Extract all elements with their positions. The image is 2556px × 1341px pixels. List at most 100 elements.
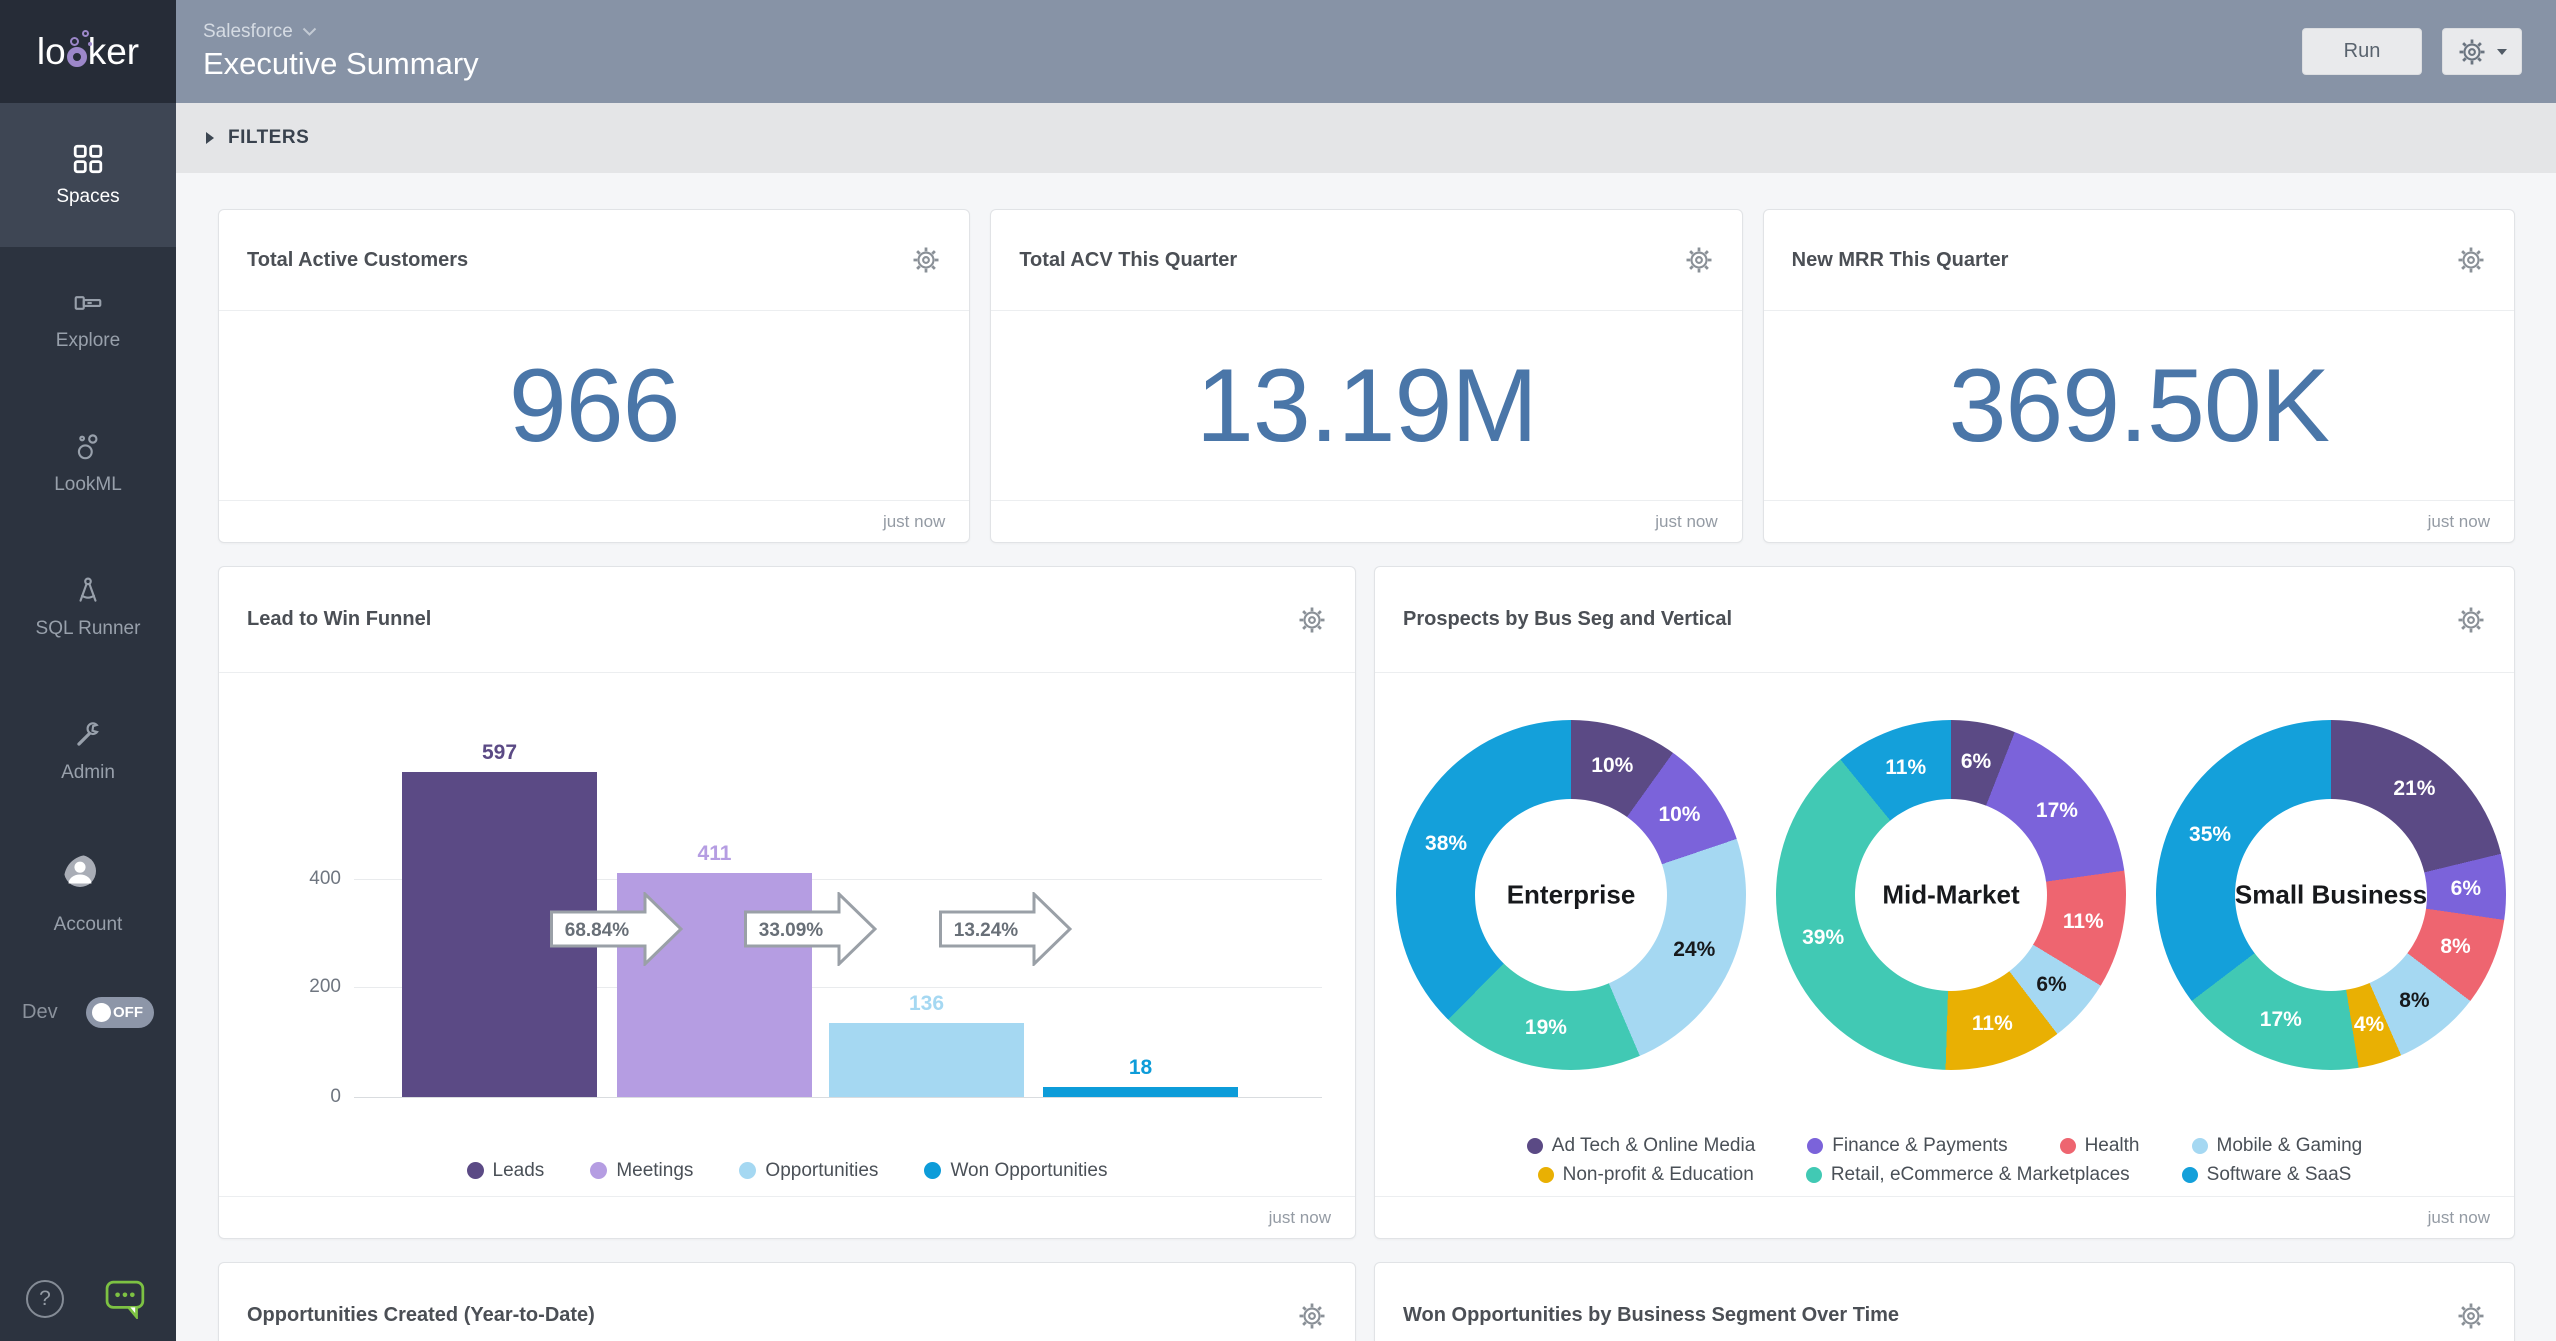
conversion-label: 13.24% [954,920,1019,941]
filters-bar[interactable]: FILTERS [176,103,2556,173]
prospects-legend-item[interactable]: Software & SaaS [2182,1164,2352,1186]
legend-label: Meetings [616,1160,693,1182]
legend-label: Opportunities [765,1160,878,1182]
gear-icon[interactable] [1297,1301,1327,1331]
legend-dot [2182,1167,2198,1183]
bar-value-label: 136 [909,992,944,1016]
funnel-panel: Lead to Win Funnel 400 200 0 597 411 [218,566,1356,1239]
kpi-new-mrr: New MRR This Quarter 369.50K just now [1763,209,2515,543]
donut-mid-market: Mid-Market 6%17%11%6%11%39%11% [1776,720,2126,1070]
breadcrumb-label: Salesforce [203,21,293,43]
gear-icon[interactable] [2456,605,2486,635]
gear-icon[interactable] [1297,605,1327,635]
kpi-value: 13.19M [1196,347,1537,466]
dev-toggle[interactable]: OFF [86,997,154,1028]
legend-dot [2060,1138,2076,1154]
sidebar: loker Spaces Explore LookML SQL Runner A… [0,0,176,1341]
sidebar-item-sql-runner[interactable]: SQL Runner [0,535,176,679]
avatar [64,855,112,903]
updated-timestamp: just now [1655,512,1717,532]
kpi-title: New MRR This Quarter [1792,249,2009,272]
prospects-legend-item[interactable]: Mobile & Gaming [2192,1135,2363,1157]
sidebar-item-account[interactable]: Account [0,823,176,967]
sidebar-item-label: Account [54,914,123,936]
bar-value-label: 18 [1129,1056,1152,1080]
legend-dot [924,1162,941,1179]
gear-icon[interactable] [911,245,941,275]
conversion-label: 33.09% [759,920,824,941]
funnel-column-opportunities: 136 [829,992,1024,1097]
spaces-grid-icon [72,143,104,175]
logo-text-left: lo [37,31,66,73]
bar-opportunities[interactable] [829,1023,1024,1097]
axis-baseline [354,1097,1322,1098]
kpi-total-acv: Total ACV This Quarter 13.19M just now [990,209,1742,543]
looker-logo[interactable]: loker [0,0,176,103]
prospects-legend-item[interactable]: Health [2060,1135,2140,1157]
donut-center-label: Small Business [2235,880,2427,911]
panel-title: Lead to Win Funnel [247,608,431,631]
funnel-legend-item[interactable]: Won Opportunities [924,1160,1107,1182]
sidebar-item-spaces[interactable]: Spaces [0,103,176,247]
won-opportunities-panel: Won Opportunities by Business Segment Ov… [1374,1262,2515,1341]
panel-title: Prospects by Bus Seg and Vertical [1403,608,1732,631]
bar-value-label: 411 [698,842,732,866]
prospects-legend-item[interactable]: Retail, eCommerce & Marketplaces [1806,1164,2130,1186]
donut-center-label: Mid-Market [1882,880,2019,911]
breadcrumb[interactable]: Salesforce [203,21,479,43]
prospects-legend-item[interactable]: Non-profit & Education [1538,1164,1754,1186]
conversion-arrow: 68.84% [550,892,683,966]
flashlight-icon [72,287,104,319]
sidebar-item-label: SQL Runner [36,618,141,640]
dashboard-content: Total Active Customers 966 just now Tota… [176,173,2556,1341]
funnel-legend-item[interactable]: Leads [467,1160,545,1182]
gear-icon [2457,37,2487,67]
legend-label: Non-profit & Education [1563,1164,1754,1186]
toggle-state: OFF [113,1004,143,1021]
sidebar-item-admin[interactable]: Admin [0,679,176,823]
sidebar-item-explore[interactable]: Explore [0,247,176,391]
wrench-icon [72,719,104,751]
funnel-legend-item[interactable]: Meetings [590,1160,693,1182]
prospects-legend: Ad Tech & Online Media Finance & Payment… [1375,1135,2514,1186]
topbar: Salesforce Executive Summary Run [176,0,2556,103]
opportunities-created-panel: Opportunities Created (Year-to-Date) [218,1262,1356,1341]
updated-timestamp: just now [1269,1208,1331,1228]
legend-dot [2192,1138,2208,1154]
legend-dot [739,1162,756,1179]
prospects-legend-item[interactable]: Finance & Payments [1807,1135,2007,1157]
panel-title: Opportunities Created (Year-to-Date) [247,1304,595,1327]
run-button[interactable]: Run [2302,28,2422,75]
funnel-chart: 400 200 0 597 411 136 18 [219,673,1355,1140]
donut-enterprise: Enterprise 10%10%24%19%38% [1396,720,1746,1070]
legend-dot [467,1162,484,1179]
gear-icon[interactable] [2456,245,2486,275]
sidebar-item-label: Explore [56,330,120,352]
expand-triangle-icon [205,131,215,145]
legend-label: Mobile & Gaming [2217,1135,2363,1157]
dev-mode-row: Dev OFF [0,997,176,1028]
gear-icon[interactable] [2456,1301,2486,1331]
chat-icon[interactable] [104,1279,148,1319]
gear-icon[interactable] [1684,245,1714,275]
bar-won-opportunities[interactable] [1043,1087,1238,1097]
kpi-value: 966 [509,347,680,466]
conversion-label: 68.84% [565,920,630,941]
conversion-arrow: 33.09% [744,892,877,966]
y-axis-tick: 200 [219,976,341,998]
funnel-legend-item[interactable]: Opportunities [739,1160,878,1182]
y-axis-tick: 0 [219,1086,341,1108]
kpi-title: Total ACV This Quarter [1019,249,1237,272]
kpi-value: 369.50K [1949,347,2329,466]
legend-dot [1527,1138,1543,1154]
updated-timestamp: just now [883,512,945,532]
prospects-legend-item[interactable]: Ad Tech & Online Media [1527,1135,1756,1157]
panel-title: Won Opportunities by Business Segment Ov… [1403,1304,1899,1327]
help-icon[interactable]: ? [26,1280,64,1318]
legend-label: Leads [493,1160,545,1182]
kpi-title: Total Active Customers [247,249,468,272]
donut-small-business: Small Business 21%6%8%8%4%17%35% [2156,720,2506,1070]
bar-value-label: 597 [482,741,517,765]
sidebar-item-lookml[interactable]: LookML [0,391,176,535]
dashboard-settings-button[interactable] [2442,28,2522,75]
